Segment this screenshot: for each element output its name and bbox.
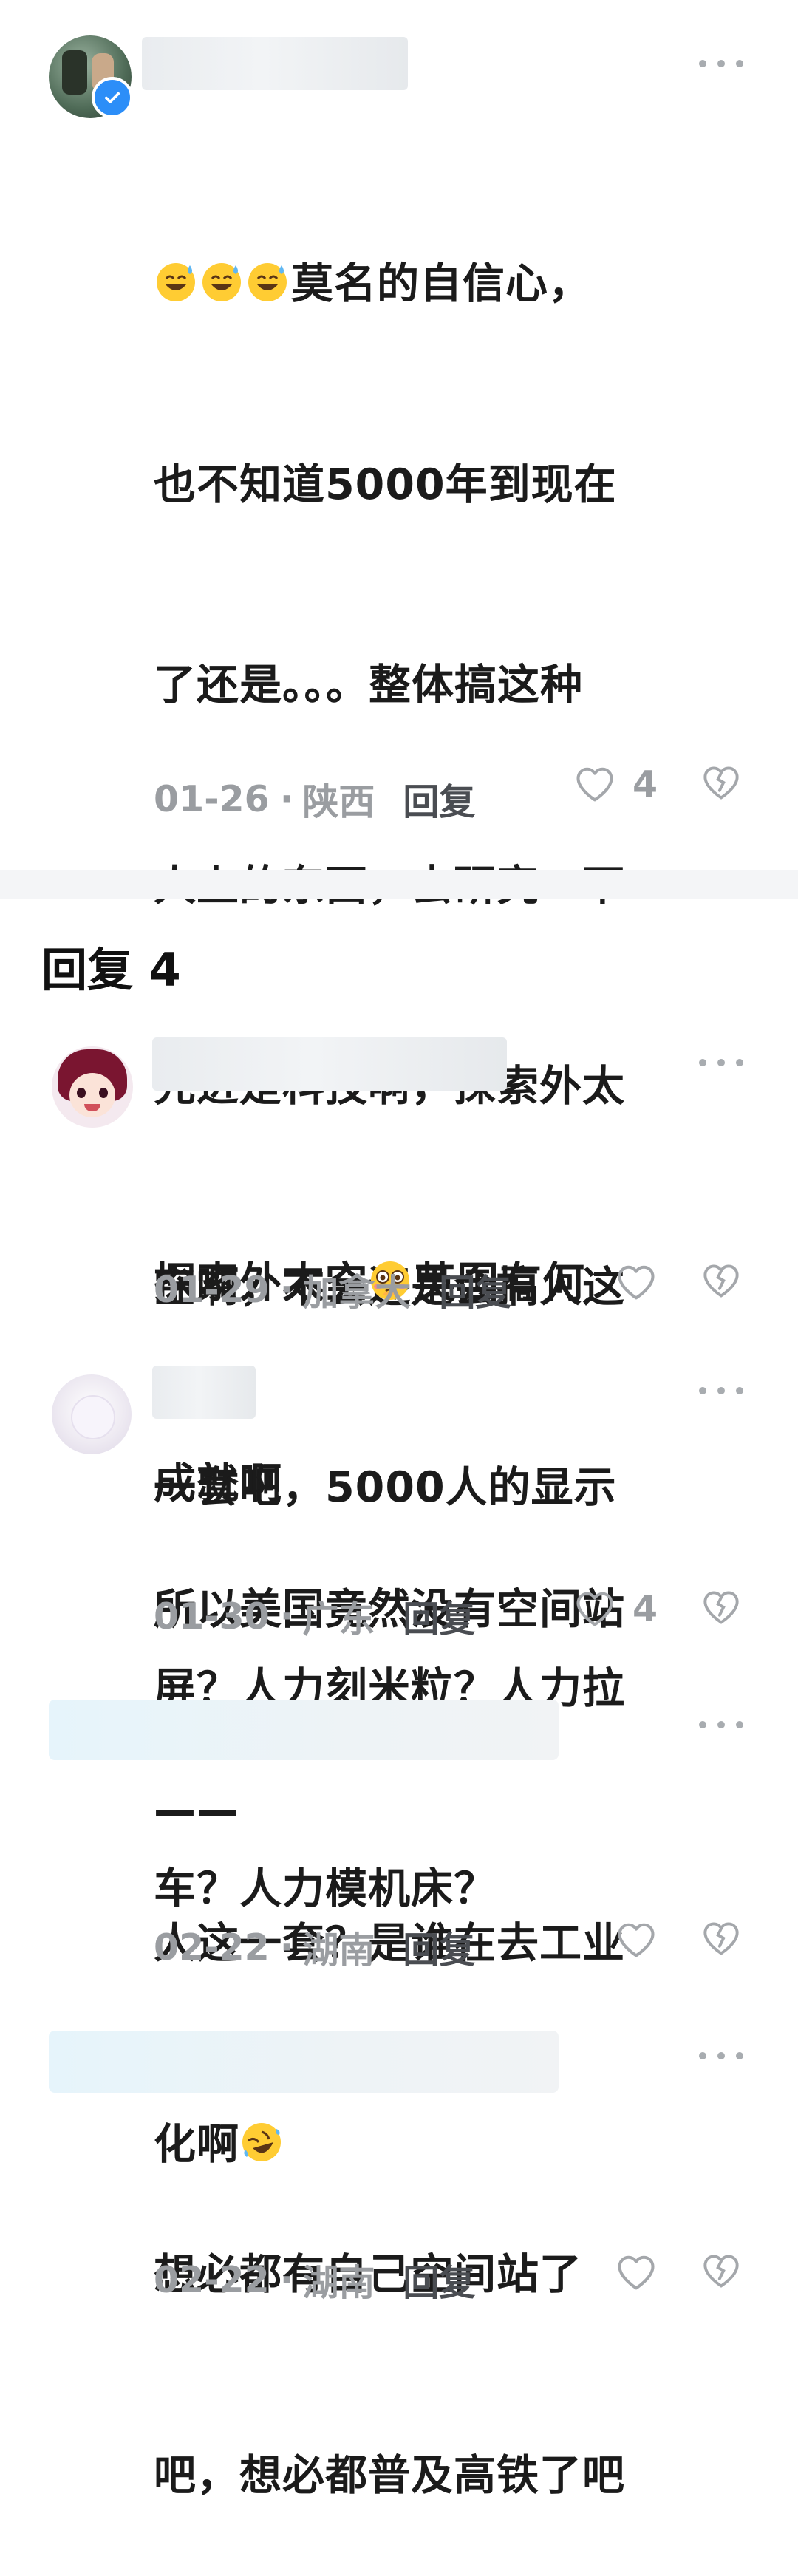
more-options-icon[interactable] [699, 1383, 743, 1398]
broken-heart-icon[interactable] [702, 764, 740, 803]
like-button[interactable] [616, 1914, 656, 1966]
reply-button[interactable]: 回复 [403, 2254, 475, 2306]
broken-heart-icon[interactable] [702, 1262, 740, 1301]
username-blurred[interactable] [142, 37, 408, 90]
like-count: 4 [632, 763, 658, 805]
heart-icon [618, 2255, 655, 2290]
meta-separator: · [279, 777, 294, 820]
reply-location: 广东 [302, 1598, 375, 1640]
meta-separator: · [279, 1595, 294, 1638]
like-count: 4 [632, 1587, 658, 1630]
heart-icon [618, 1265, 655, 1300]
reply-meta: 02-22 · 湖南 回复 [154, 1921, 475, 1973]
replies-section-title: 回复 4 [41, 943, 181, 997]
comment-line: 也不知道5000年到现在 [154, 460, 617, 509]
section-divider [0, 870, 798, 899]
like-button[interactable]: 4 [575, 1583, 658, 1635]
avatar[interactable] [52, 1046, 133, 1128]
meta-separator: · [279, 1926, 294, 1969]
reply-line: 吧，想必都普及高铁了吧 [154, 2450, 625, 2500]
reply-button[interactable]: 回复 [403, 1590, 475, 1643]
reply-date: 01-29 [154, 1268, 270, 1311]
comment-location: 陕西 [302, 780, 375, 823]
reply-meta: 01-29 · 加拿大 回复 [154, 1264, 511, 1315]
sweat-smile-emoji [248, 263, 287, 301]
comment-date: 01-26 [154, 777, 270, 820]
like-button[interactable] [616, 2246, 656, 2298]
reply-meta: 02-22 · 湖南 回复 [154, 2254, 475, 2306]
heart-icon [576, 1592, 613, 1626]
broken-heart-icon[interactable] [702, 2252, 740, 2291]
sweat-smile-emoji [157, 263, 195, 301]
comment-meta: 01-26 · 陕西 回复 [154, 773, 475, 825]
username-blurred[interactable] [49, 2031, 559, 2093]
more-options-icon[interactable] [699, 1717, 743, 1732]
reply-button[interactable]: 回复 [403, 773, 475, 825]
more-options-icon[interactable] [699, 56, 743, 71]
reply-location: 湖南 [302, 2261, 375, 2304]
reply-button[interactable]: 回复 [403, 1921, 475, 1974]
reply-location: 加拿大 [302, 1271, 412, 1314]
sweat-smile-emoji [202, 263, 241, 301]
username-blurred[interactable] [152, 1037, 507, 1091]
heart-icon [576, 767, 613, 802]
meta-separator: · [279, 2258, 294, 2301]
verified-badge-icon [92, 77, 133, 118]
reply-date: 02-22 [154, 2258, 270, 2301]
like-button[interactable]: 4 [575, 758, 658, 810]
reply-button[interactable]: 回复 [439, 1264, 511, 1316]
meta-separator: · [279, 1268, 294, 1311]
broken-heart-icon[interactable] [702, 1920, 740, 1958]
reply-location: 湖南 [302, 1929, 375, 1972]
like-button[interactable] [616, 1256, 656, 1308]
broken-heart-icon[interactable] [702, 1589, 740, 1627]
reply-date: 02-22 [154, 1926, 270, 1969]
username-blurred[interactable] [152, 1366, 256, 1419]
more-options-icon[interactable] [699, 1055, 743, 1070]
reply-text: 想必都有自己空间站了 吧，想必都普及高铁了吧 [154, 2108, 760, 2576]
comment-line: 莫名的自信心， [291, 259, 591, 308]
reply-meta: 01-30 · 广东 回复 [154, 1590, 475, 1642]
heart-icon [618, 1923, 655, 1957]
avatar[interactable] [52, 1374, 132, 1454]
username-blurred[interactable] [49, 1700, 559, 1760]
more-options-icon[interactable] [699, 2048, 743, 2063]
reply-date: 01-30 [154, 1595, 270, 1638]
comment-line: 了还是。。。整体搞这种 [154, 661, 583, 709]
